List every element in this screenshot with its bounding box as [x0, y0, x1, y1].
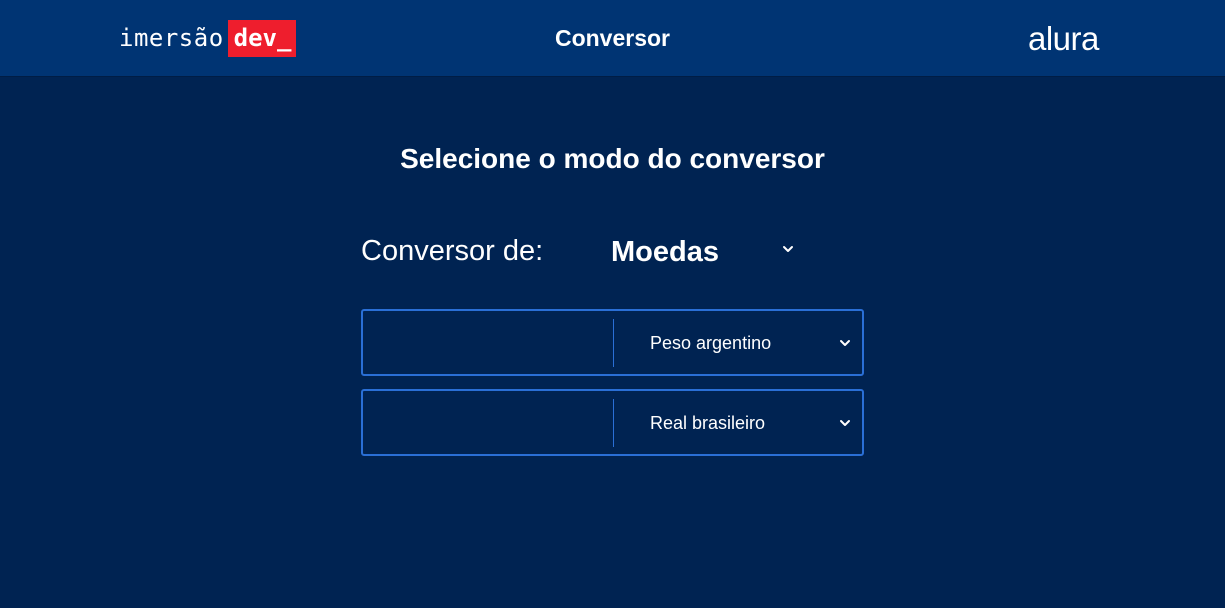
page-title: Selecione o modo do conversor	[400, 143, 825, 174]
converter-row-target: Real brasileiro	[361, 389, 864, 456]
mode-select[interactable]: Moedas	[611, 229, 801, 273]
alura-logo[interactable]: alura	[1028, 19, 1099, 59]
chevron-down-icon	[840, 420, 850, 426]
chevron-down-icon	[840, 340, 850, 346]
target-currency-label: Real brasileiro	[650, 413, 766, 433]
converter-row-source: Peso argentino	[361, 309, 864, 376]
chevron-down-icon	[783, 246, 793, 252]
mode-selected-value: Moedas	[611, 236, 719, 268]
mode-selector-row: Conversor de: Moedas	[361, 229, 801, 273]
source-amount-input[interactable]	[363, 311, 612, 374]
top-header: imersão dev_ Conversor alura	[0, 0, 1225, 76]
target-amount-input[interactable]	[363, 391, 612, 454]
mode-label: Conversor de:	[361, 235, 544, 267]
source-currency-select[interactable]: Peso argentino	[614, 311, 862, 374]
target-currency-select[interactable]: Real brasileiro	[614, 391, 862, 454]
source-currency-label: Peso argentino	[650, 333, 772, 353]
